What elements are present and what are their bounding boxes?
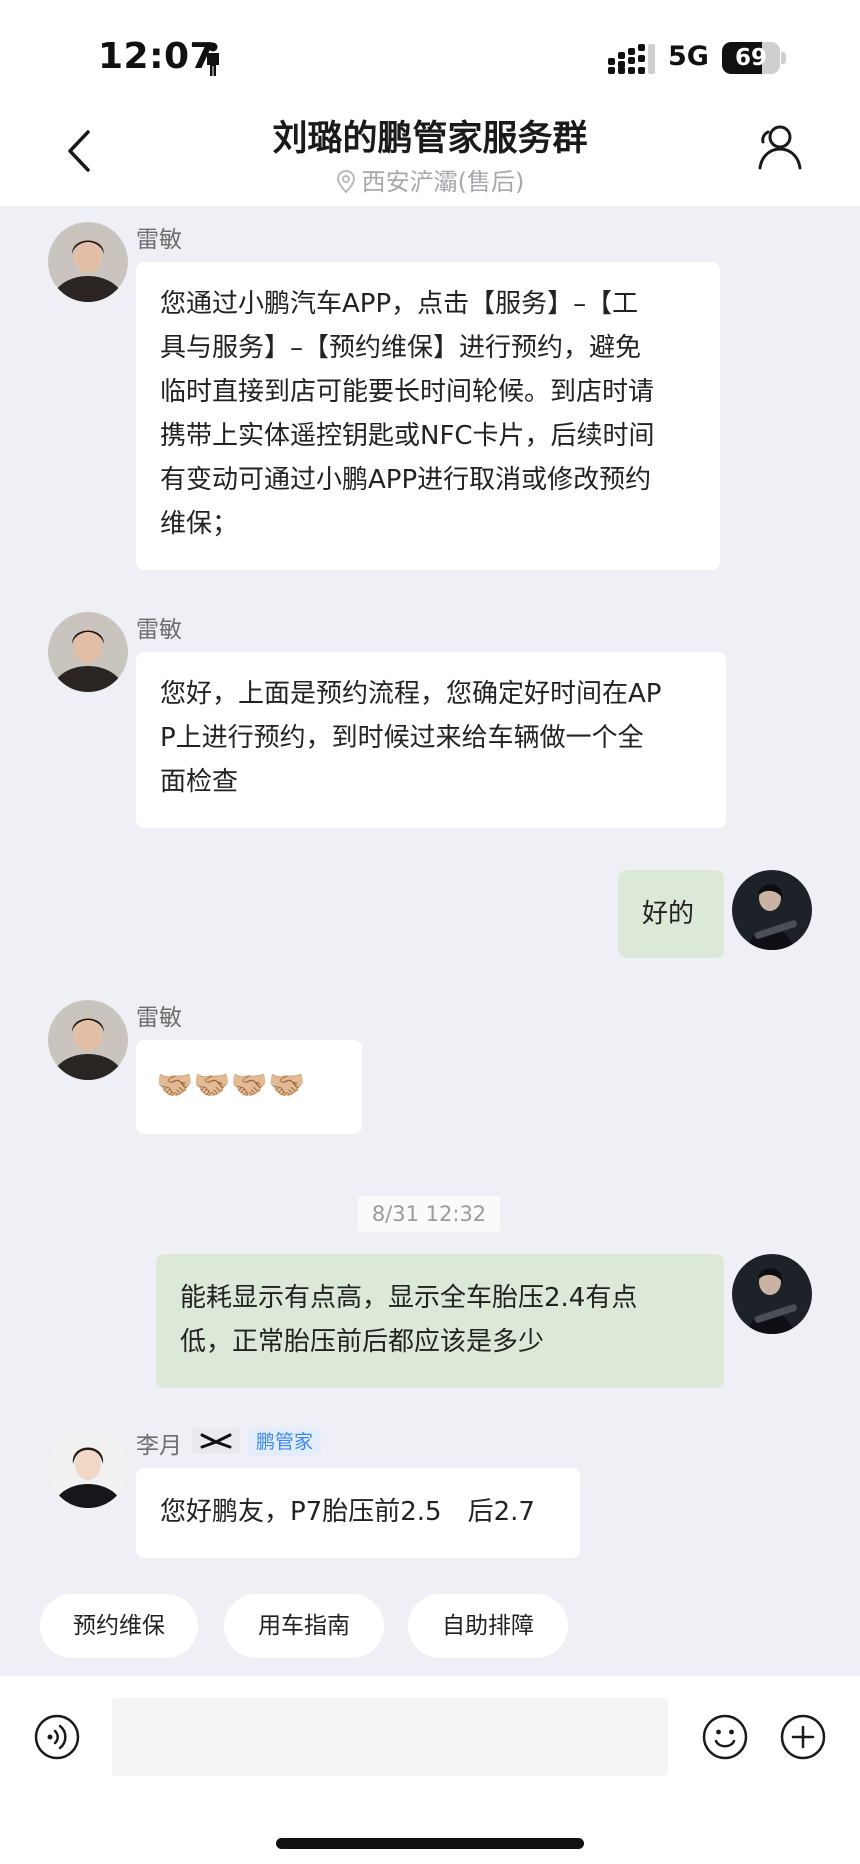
- message-line: 临时直接到店可能要长时间轮候。到店时请: [160, 377, 655, 407]
- voice-icon[interactable]: [34, 1714, 80, 1760]
- chat-title: 刘璐的鹏管家服务群: [272, 119, 588, 159]
- message-bubble[interactable]: 您好鹏友，P7胎压前2.5 后2.7: [136, 1468, 580, 1558]
- quick-reply-guide[interactable]: 用车指南: [224, 1594, 384, 1658]
- message-line: 具与服务】–【预约维保】进行预约，避免: [160, 333, 642, 363]
- avatar[interactable]: [48, 1000, 128, 1080]
- message-line: 您通过小鹏汽车APP，点击【服务】–【工: [160, 289, 639, 319]
- own-avatar[interactable]: [732, 1254, 812, 1334]
- own-message-bubble[interactable]: 能耗显示有点高，显示全车胎压2.4有点 低，正常胎压前后都应该是多少: [156, 1254, 724, 1388]
- role-badge: 鹏管家: [248, 1428, 322, 1456]
- message-line: 面检查: [160, 767, 239, 797]
- avatar[interactable]: [48, 222, 128, 302]
- message-line: 携带上实体遥控钥匙或NFC卡片，后续时间: [160, 421, 655, 451]
- status-bar: 12:07 5G 69: [0, 0, 860, 100]
- input-bar: [0, 1676, 860, 1864]
- message-input[interactable]: [112, 1698, 668, 1776]
- battery-icon: 69: [722, 42, 780, 74]
- sender-name: 雷敏: [136, 1005, 182, 1031]
- message-line: 有变动可通过小鹏APP进行取消或修改预约: [160, 465, 652, 495]
- own-avatar[interactable]: [732, 870, 812, 950]
- network-label: 5G: [668, 41, 709, 72]
- own-message-bubble[interactable]: 好的: [618, 870, 724, 958]
- location-pin-icon: [336, 170, 355, 194]
- message-line: 能耗显示有点高，显示全车胎压2.4有点: [180, 1283, 638, 1313]
- user-avatar-photo: [732, 870, 812, 950]
- store-name: 西安浐灞(售后): [361, 168, 525, 196]
- sender-name: 雷敏: [136, 227, 182, 253]
- sender-name: 李月: [136, 1433, 182, 1459]
- status-time: 12:07: [98, 36, 216, 77]
- sender-name: 雷敏: [136, 617, 182, 643]
- signal-icon: [608, 44, 655, 74]
- battery-level: 69: [734, 45, 767, 71]
- message-line: P上进行预约，到时候过来给车辆做一个全: [160, 723, 644, 753]
- avatar[interactable]: [48, 612, 128, 692]
- battery-tip: [781, 52, 786, 64]
- staff-avatar-photo: [48, 612, 128, 692]
- message-line: 您好，上面是预约流程，您确定好时间在AP: [160, 679, 662, 709]
- staff-avatar-photo: [48, 222, 128, 302]
- message-line: 低，正常胎压前后都应该是多少: [180, 1327, 545, 1357]
- plus-icon[interactable]: [780, 1714, 826, 1760]
- message-bubble[interactable]: 🤝🏼🤝🏼🤝🏼🤝🏼: [136, 1040, 362, 1134]
- emoji-icon[interactable]: [702, 1714, 748, 1760]
- message-bubble[interactable]: 您好，上面是预约流程，您确定好时间在AP P上进行预约，到时候过来给车辆做一个全…: [136, 652, 726, 828]
- person-icon[interactable]: [754, 122, 804, 174]
- xpeng-logo-icon: [192, 1428, 240, 1454]
- staff-avatar-photo: [48, 1000, 128, 1080]
- chat-header: 刘璐的鹏管家服务群 西安浐灞(售后): [0, 100, 860, 206]
- user-avatar-photo: [732, 1254, 812, 1334]
- quick-reply-booking[interactable]: 预约维保: [40, 1594, 198, 1658]
- message-line: 维保；: [160, 509, 239, 539]
- message-line: 好的: [642, 899, 695, 929]
- avatar[interactable]: [48, 1428, 128, 1508]
- chat-subtitle[interactable]: 西安浐灞(售后): [0, 162, 860, 197]
- quick-reply-troubleshoot[interactable]: 自助排障: [408, 1594, 568, 1658]
- person-icon: [207, 42, 219, 76]
- message-bubble[interactable]: 您通过小鹏汽车APP，点击【服务】–【工 具与服务】–【预约维保】进行预约，避免…: [136, 262, 720, 570]
- message-line: 您好鹏友，P7胎压前2.5 后2.7: [160, 1497, 535, 1527]
- message-line: 🤝🏼🤝🏼🤝🏼🤝🏼: [156, 1068, 306, 1103]
- home-indicator[interactable]: [276, 1838, 584, 1849]
- message-timestamp: 8/31 12:32: [358, 1196, 500, 1232]
- staff-avatar-photo: [48, 1428, 128, 1508]
